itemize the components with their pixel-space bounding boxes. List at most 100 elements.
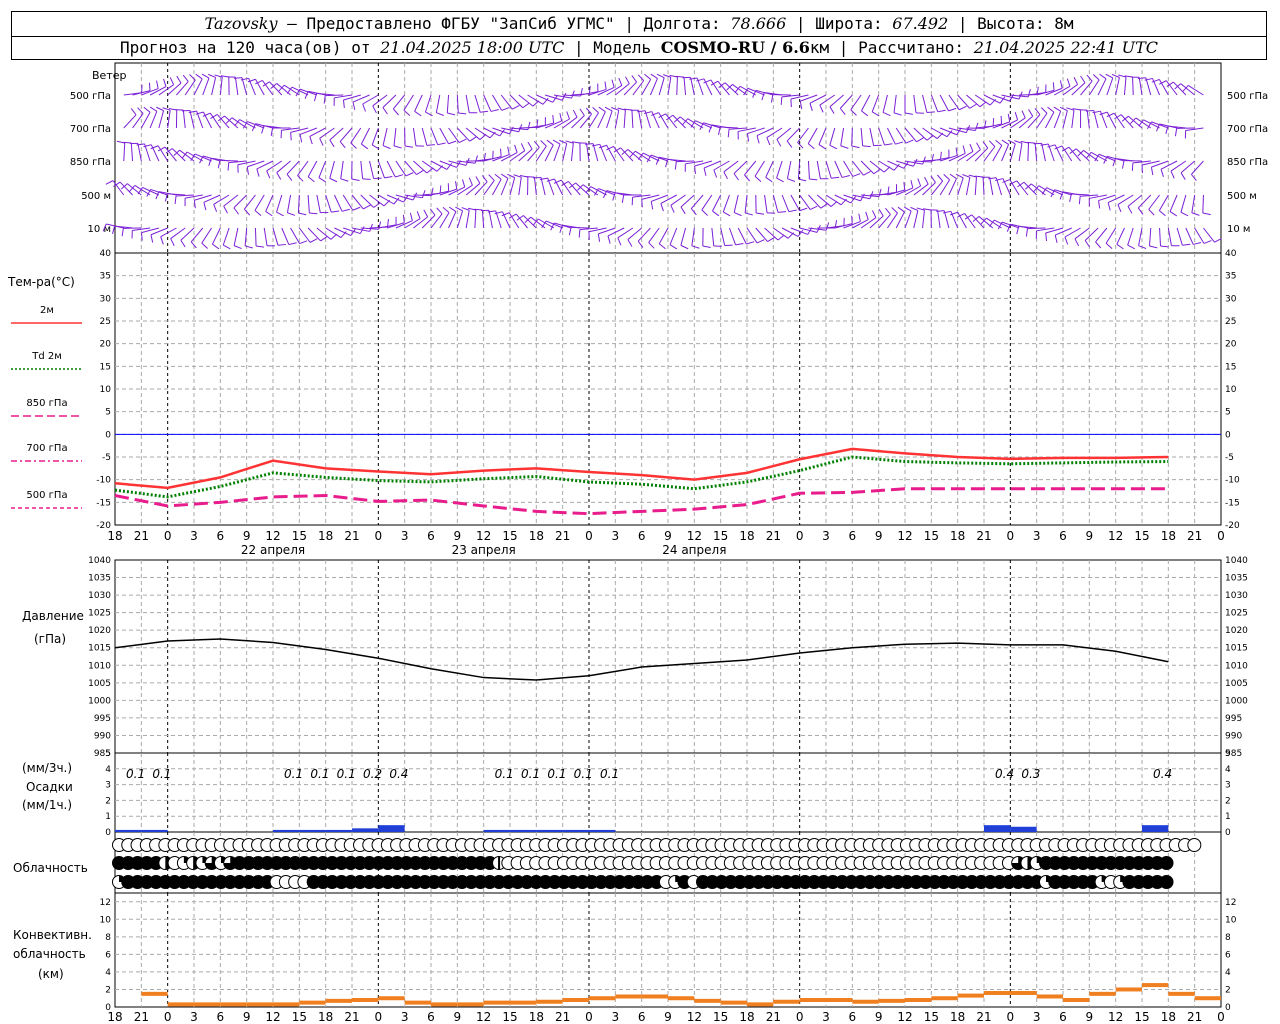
day-label: 23 апреля bbox=[452, 543, 516, 557]
wind-barb-feather bbox=[949, 173, 957, 180]
time-tick-label-bottom: 9 bbox=[1086, 1010, 1094, 1024]
wind-barb-feather bbox=[352, 206, 361, 211]
wind-barb-shaft bbox=[219, 159, 238, 162]
precip-value-label: 0.4 bbox=[389, 767, 408, 781]
time-tick-label-bottom: 3 bbox=[822, 1010, 830, 1024]
pressure-tick-right: 995 bbox=[1225, 714, 1242, 724]
conv-tick-right: 0 bbox=[1225, 1003, 1231, 1013]
wind-barb-feather bbox=[1073, 77, 1079, 85]
wind-barb-feather bbox=[825, 222, 830, 231]
wind-barb-shaft bbox=[483, 94, 492, 112]
wind-barb-feather bbox=[1127, 206, 1133, 214]
temp-tick-right: 30 bbox=[1225, 294, 1237, 304]
wind-barb-feather bbox=[878, 208, 884, 217]
wind-barb-shaft bbox=[1027, 142, 1030, 162]
wind-barb-feather bbox=[256, 168, 260, 177]
temp-tick-left: 35 bbox=[100, 272, 111, 282]
time-tick-label-bottom: 6 bbox=[1059, 1010, 1067, 1024]
wind-barb-feather bbox=[712, 210, 720, 217]
wind-barb-feather bbox=[1180, 172, 1186, 180]
wind-barb-shaft bbox=[658, 77, 665, 96]
conv-cloud-bar bbox=[167, 1002, 194, 1007]
precip-bar bbox=[562, 829, 589, 832]
wind-barb-shaft bbox=[797, 160, 801, 179]
wind-barb-shaft bbox=[720, 227, 726, 246]
wind-barb-shaft bbox=[893, 94, 897, 113]
wind-barb-feather bbox=[1014, 112, 1019, 120]
pressure-tick-right: 1005 bbox=[1225, 679, 1248, 689]
precip-value-label: 0.1 bbox=[521, 767, 540, 781]
wind-barb-shaft bbox=[243, 194, 256, 210]
temp-tick-right: 35 bbox=[1225, 272, 1236, 282]
wind-barb-shaft bbox=[931, 127, 948, 138]
wind-barb-feather bbox=[976, 142, 981, 150]
wind-barb-feather bbox=[840, 145, 849, 149]
wind-barb-feather bbox=[810, 205, 818, 211]
time-tick-label-bottom: 15 bbox=[1134, 1010, 1149, 1024]
wind-barb-feather bbox=[421, 190, 426, 198]
wind-barb-feather bbox=[1001, 139, 1009, 145]
wind-level-label-right: 850 гПа bbox=[1227, 157, 1268, 168]
wind-barb-feather bbox=[340, 178, 349, 182]
wind-barb-shaft bbox=[211, 77, 217, 96]
wind-barb-feather bbox=[1053, 106, 1061, 112]
wind-barb-feather bbox=[180, 240, 186, 248]
wind-barb-shaft bbox=[1132, 76, 1134, 96]
wind-barb-feather bbox=[501, 107, 510, 111]
precip-bar bbox=[325, 829, 352, 832]
wind-barb-feather bbox=[807, 143, 815, 150]
wind-barb-shaft bbox=[244, 227, 248, 246]
wind-barb-feather bbox=[299, 240, 308, 245]
wind-barb-shaft bbox=[843, 160, 854, 177]
precip-bar bbox=[984, 825, 1011, 832]
wind-barb-shaft bbox=[509, 177, 516, 196]
wind-barb-feather bbox=[850, 109, 857, 116]
wind-barb-shaft bbox=[1018, 115, 1034, 129]
wind-barb-feather bbox=[777, 211, 787, 213]
wind-barb-shaft bbox=[465, 210, 470, 229]
wind-barb-feather bbox=[756, 135, 760, 144]
wind-barb-feather bbox=[458, 112, 467, 115]
wind-barb-shaft bbox=[276, 194, 283, 213]
wind-barb-feather bbox=[962, 174, 971, 178]
pressure-tick-right: 1020 bbox=[1225, 626, 1248, 636]
time-tick-label-bottom: 21 bbox=[976, 1010, 991, 1024]
wind-barb-feather bbox=[208, 73, 216, 78]
time-tick-label-bottom: 9 bbox=[875, 1010, 883, 1024]
wind-barb-feather bbox=[1045, 232, 1048, 241]
wind-barb-feather bbox=[1066, 78, 1071, 87]
time-tick-label-bottom: 21 bbox=[344, 1010, 359, 1024]
precip-bar bbox=[352, 828, 379, 832]
time-tick-label: 12 bbox=[897, 529, 912, 543]
wind-barb-shaft bbox=[754, 160, 765, 177]
time-tick-label: 21 bbox=[555, 529, 570, 543]
precip-tick-right: 5 bbox=[1225, 749, 1231, 759]
wind-barb-feather bbox=[723, 171, 728, 180]
conv-tick-left: 8 bbox=[105, 933, 111, 943]
pressure-tick-right: 1010 bbox=[1225, 661, 1248, 671]
wind-barb-feather bbox=[851, 145, 860, 149]
wind-barb-shaft bbox=[878, 127, 885, 146]
wind-barb-shaft bbox=[825, 160, 832, 179]
time-tick-label: 21 bbox=[344, 529, 359, 543]
wind-barb-feather bbox=[754, 175, 762, 182]
wind-barb-feather bbox=[512, 104, 520, 110]
wind-barb-shaft bbox=[167, 82, 182, 96]
wind-barb-feather bbox=[442, 206, 450, 213]
time-tick-label-bottom: 0 bbox=[796, 1010, 804, 1024]
precip-bar bbox=[589, 829, 616, 832]
wind-barb-feather bbox=[694, 165, 696, 174]
wind-barb-shaft bbox=[887, 212, 898, 229]
conv-cloud-bar bbox=[1168, 991, 1195, 996]
precip-tick-left: 0 bbox=[105, 828, 111, 838]
wind-barb-feather bbox=[572, 109, 578, 118]
wind-barb-feather bbox=[1007, 113, 1011, 122]
wind-barb-shaft bbox=[448, 211, 457, 229]
time-tick-label: 0 bbox=[375, 529, 383, 543]
conv-cloud-bar bbox=[325, 998, 352, 1003]
wind-barb-feather bbox=[1021, 110, 1026, 119]
wind-barb-feather bbox=[436, 112, 444, 116]
time-tick-label: 3 bbox=[612, 529, 620, 543]
wind-barb-feather bbox=[680, 244, 689, 250]
wind-barb-feather bbox=[201, 73, 210, 79]
